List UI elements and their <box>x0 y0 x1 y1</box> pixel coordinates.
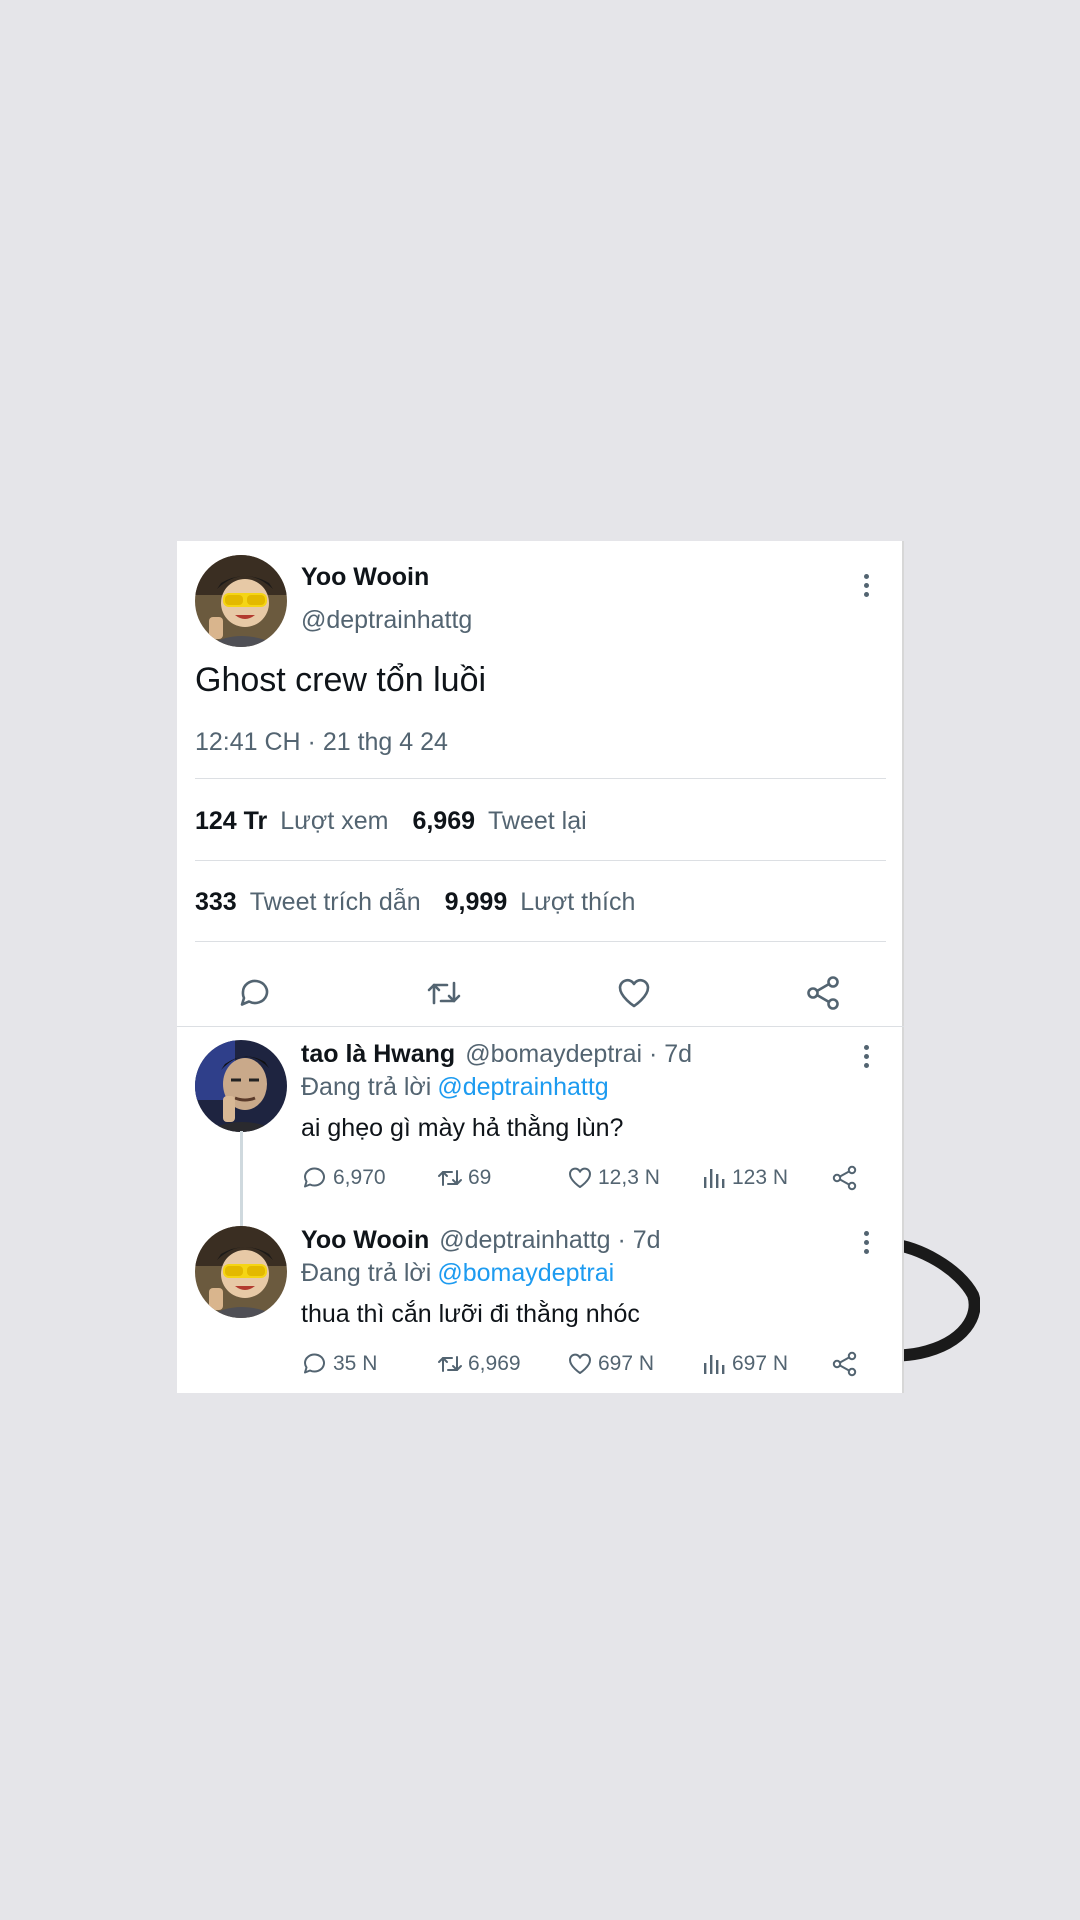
stat-value: 124 Tr <box>195 807 268 835</box>
reply-header: tao là Hwang @bomaydeptrai · 7d <box>301 1040 692 1069</box>
view-count[interactable]: 123 N <box>700 1164 788 1192</box>
stat-retweets[interactable]: 6,969 Tweet lại <box>412 807 586 836</box>
views-icon <box>704 1169 725 1188</box>
count-value: 35 N <box>333 1352 378 1375</box>
replying-prefix: Đang trả lời <box>301 1259 432 1287</box>
reply-header: Yoo Wooin @deptrainhattg · 7d <box>301 1226 661 1255</box>
reply-icon <box>304 1353 325 1374</box>
mention-link[interactable]: @bomaydeptrai <box>437 1259 614 1287</box>
replying-to: Đang trả lời @bomaydeptrai <box>301 1259 614 1288</box>
heart-icon <box>569 1353 591 1374</box>
replying-prefix: Đang trả lời <box>301 1073 432 1101</box>
divider <box>195 860 886 861</box>
reply-icon[interactable] <box>235 973 275 1013</box>
retweet-count[interactable]: 69 <box>436 1164 491 1192</box>
count-value: 12,3 N <box>598 1166 660 1189</box>
avatar[interactable] <box>195 555 287 647</box>
tweet-text: Ghost crew tổn luồi <box>195 661 487 699</box>
avatar-hwang-icon <box>195 1040 287 1132</box>
share-button[interactable] <box>831 1350 859 1378</box>
handle-time[interactable]: @deptrainhattg · 7d <box>439 1226 660 1254</box>
more-options-icon[interactable] <box>854 569 878 601</box>
more-options-icon[interactable] <box>854 1040 878 1072</box>
stat-views[interactable]: 124 Tr Lượt xem <box>195 807 388 836</box>
retweet-icon <box>438 1170 462 1186</box>
stat-value: 333 <box>195 888 237 916</box>
thread-line <box>240 1131 243 1227</box>
stat-label: Lượt thích <box>520 888 636 916</box>
count-value: 697 N <box>732 1352 789 1375</box>
share-button[interactable] <box>831 1164 859 1192</box>
tweet-actions <box>177 951 904 1013</box>
share-icon <box>832 1351 857 1377</box>
stats-row-views-retweets: 124 Tr Lượt xem 6,969 Tweet lại <box>195 807 587 836</box>
author-name[interactable]: tao là Hwang <box>301 1040 455 1068</box>
reply-actions: 6,970 69 12,3 N 123 N <box>301 1164 881 1194</box>
views-icon <box>704 1355 725 1374</box>
count-value: 697 N <box>598 1352 655 1375</box>
divider <box>195 778 886 779</box>
avatar[interactable] <box>195 1040 287 1132</box>
stat-value: 9,999 <box>444 888 508 916</box>
mention-link[interactable]: @deptrainhattg <box>437 1073 608 1101</box>
reply-icon <box>304 1167 325 1188</box>
stat-likes[interactable]: 9,999 Lượt thích <box>445 888 636 917</box>
count-value: 6,970 <box>333 1166 386 1189</box>
stat-label: Lượt xem <box>280 807 389 835</box>
like-count[interactable]: 12,3 N <box>566 1164 660 1192</box>
reply-text: thua thì cắn lưỡi đi thằng nhóc <box>301 1300 640 1328</box>
retweet-icon <box>438 1356 462 1372</box>
avatar-yoo-wooin-icon <box>195 555 287 647</box>
reply-actions: 35 N 6,969 697 N 697 N <box>301 1350 881 1380</box>
heart-icon <box>569 1167 591 1188</box>
divider <box>195 941 886 942</box>
author-name[interactable]: Yoo Wooin <box>301 1226 429 1254</box>
replying-to: Đang trả lời @deptrainhattg <box>301 1073 609 1102</box>
avatar[interactable] <box>195 1226 287 1318</box>
stat-label: Tweet trích dẫn <box>249 888 421 916</box>
reply-text: ai ghẹo gì mày hả thằng lùn? <box>301 1114 624 1142</box>
view-count[interactable]: 697 N <box>700 1350 788 1378</box>
author-name[interactable]: Yoo Wooin <box>301 563 429 592</box>
reply-count[interactable]: 6,970 <box>301 1164 386 1192</box>
retweet-icon[interactable] <box>424 973 464 1013</box>
count-value: 6,969 <box>468 1352 521 1375</box>
screen: Yoo Wooin @deptrainhattg Ghost crew tổn … <box>0 0 1080 1920</box>
reply-item: Yoo Wooin @deptrainhattg · 7d Đang trả lờ… <box>177 1226 904 1386</box>
heart-icon[interactable] <box>614 973 654 1013</box>
count-value: 69 <box>468 1166 492 1189</box>
section-divider <box>177 1026 904 1027</box>
tweet-timestamp[interactable]: 12:41 CH · 21 thg 4 24 <box>195 728 448 757</box>
count-value: 123 N <box>732 1166 789 1189</box>
reply-item: tao là Hwang @bomaydeptrai · 7d Đang trả … <box>177 1040 904 1210</box>
share-icon[interactable] <box>804 973 844 1013</box>
author-handle[interactable]: @deptrainhattg <box>301 606 472 635</box>
tweet-card: Yoo Wooin @deptrainhattg Ghost crew tổn … <box>177 541 904 1393</box>
stat-label: Tweet lại <box>488 807 587 835</box>
stat-value: 6,969 <box>412 807 475 835</box>
handle-time[interactable]: @bomaydeptrai · 7d <box>465 1040 692 1068</box>
stats-row-quotes-likes: 333 Tweet trích dẫn 9,999 Lượt thích <box>195 888 635 917</box>
stat-quote-tweets[interactable]: 333 Tweet trích dẫn <box>195 888 421 917</box>
more-options-icon[interactable] <box>854 1226 878 1258</box>
avatar-yoo-wooin-icon <box>195 1226 287 1318</box>
like-count[interactable]: 697 N <box>566 1350 654 1378</box>
reply-count[interactable]: 35 N <box>301 1350 377 1378</box>
retweet-count[interactable]: 6,969 <box>436 1350 521 1378</box>
share-icon <box>832 1165 857 1191</box>
